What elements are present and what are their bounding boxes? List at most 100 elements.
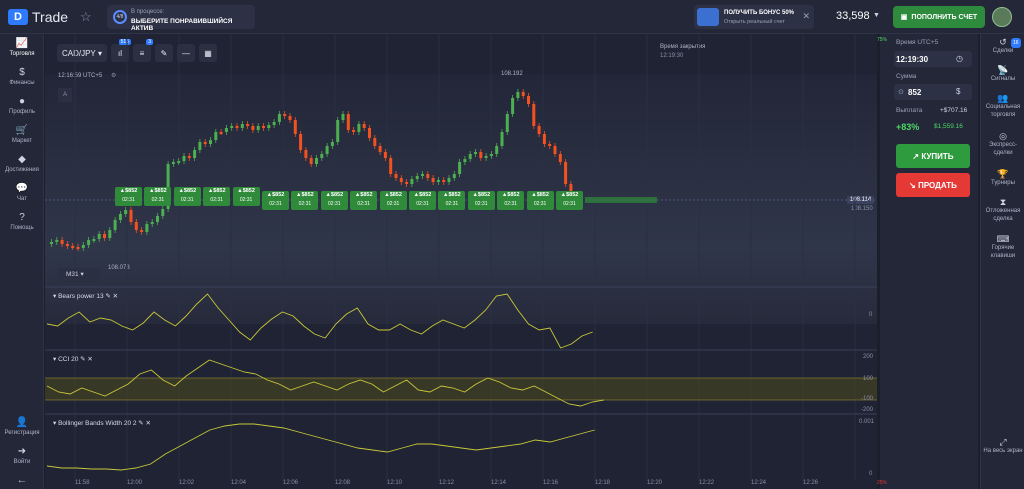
chat-icon: 💬 <box>15 183 29 194</box>
trade-tag-time: 02:31 <box>475 201 488 207</box>
trade-tag-time: 02:31 <box>269 201 282 207</box>
trade-tag-amount: ▲$852 <box>501 192 520 198</box>
trade-tag[interactable]: ▲$852 02:31 <box>144 187 172 206</box>
candle <box>50 242 53 244</box>
nav-item-social[interactable]: 👥 Социальная торговля <box>981 94 1024 119</box>
trade-tag-amount: ▲$852 <box>354 192 373 198</box>
trade-tag[interactable]: ▲$852 02:31 <box>115 187 142 206</box>
trade-tag-amount: ▲$852 <box>119 188 138 194</box>
deposit-button[interactable]: ▣ ПОПОЛНИТЬ СЧЕТ <box>893 6 985 28</box>
indicator-label-cci: ▾ CCI 20 ✎ ✕ <box>53 356 93 363</box>
candle <box>468 154 472 159</box>
trade-tag[interactable]: ▲$852 02:31 <box>438 191 466 210</box>
asset-selector[interactable]: 4/8 В процессе: ВЫБЕРИТЕ ПОНРАВИВШИЙСЯ А… <box>107 5 255 32</box>
wallet-icon: ▣ <box>900 14 908 21</box>
candle <box>479 152 483 158</box>
candle <box>405 182 409 184</box>
candle <box>378 146 382 152</box>
bbw-line <box>46 423 595 471</box>
favorite-star-icon[interactable]: ☆ <box>80 9 92 25</box>
nav-item-achievements[interactable]: ◆ Достижения <box>0 154 44 173</box>
cci-level: 100 <box>863 376 874 382</box>
avatar[interactable] <box>992 7 1012 27</box>
nav-item-trading[interactable]: 📈 Торговля <box>0 38 44 57</box>
arrow-up-icon: ↗ <box>912 151 922 161</box>
nav-item-express[interactable]: ◎ Экспресс-сделки <box>981 132 1024 157</box>
deals-badge: 16 <box>1011 38 1021 48</box>
candle <box>553 146 557 154</box>
progress-ring: 4/8 <box>113 10 127 24</box>
trade-tag[interactable]: ▲$852 02:31 <box>526 191 554 210</box>
x-axis-tick: 12:20 <box>647 480 663 486</box>
nav-item-hotkeys[interactable]: ⌨ Горячие клавиши <box>981 235 1024 260</box>
nav-item-finance[interactable]: $ Финансы <box>0 67 44 86</box>
candle <box>193 150 197 158</box>
trade-tag-time: 02:31 <box>563 201 576 207</box>
nav-item-deals[interactable]: ↺ Сделки 16 <box>981 38 1024 55</box>
trade-tag[interactable]: ▲$852 02:31 <box>262 191 289 210</box>
trade-tag[interactable]: ▲$852 02:31 <box>320 191 348 210</box>
nav-item-market[interactable]: 🛒 Маркет <box>0 125 44 144</box>
buy-button[interactable]: ↗ КУПИТЬ <box>896 144 970 168</box>
close-icon[interactable]: ✕ <box>802 11 810 22</box>
x-axis-tick: 12:10 <box>387 480 403 486</box>
candle <box>293 120 297 134</box>
trade-tag[interactable]: ▲$852 02:31 <box>379 191 407 210</box>
candle <box>357 124 361 132</box>
cci-level: -100 <box>861 396 874 402</box>
account-balance[interactable]: 33,598 <box>836 10 870 22</box>
trade-tag[interactable]: ▲$852 02:31 <box>232 187 260 206</box>
clock-icon[interactable]: ◷ <box>956 54 963 63</box>
dollar-icon[interactable]: $ <box>956 87 960 96</box>
candle <box>521 92 525 96</box>
nav-item-chat[interactable]: 💬 Чат <box>0 183 44 202</box>
chart-area[interactable]: CAD/JPY ▾ ıl 515 ≡ 3 ✎ — ▦ 12:16:59 UTC+5 … <box>45 34 877 489</box>
trade-tag[interactable]: ▲$852 02:31 <box>467 191 495 210</box>
candle <box>256 126 260 130</box>
candle <box>219 132 223 134</box>
nav-label: Отложенная сделка <box>985 208 1021 222</box>
logo[interactable]: D Trade <box>8 9 68 25</box>
nav-item-help[interactable]: ? Помощь <box>0 212 44 231</box>
trade-tag-amount: ▲$852 <box>237 188 255 194</box>
nav-item-profile[interactable]: ● Профиль <box>0 96 44 115</box>
trade-tag[interactable]: ▲$852 02:31 <box>497 191 525 210</box>
trade-tag[interactable]: ▲$852 02:31 <box>556 191 583 210</box>
time-value: 12:19:30 <box>896 55 929 64</box>
trade-tag[interactable]: ▲$852 02:31 <box>291 191 319 210</box>
collapse-arrow-icon[interactable]: ← <box>0 474 44 486</box>
nav-item-signals[interactable]: 📡 Сигналы <box>981 66 1024 83</box>
candle <box>65 244 69 246</box>
chevron-down-icon[interactable]: ▼ <box>873 12 880 19</box>
trade-tag-amount: ▲$852 <box>531 192 549 198</box>
bonus-banner[interactable]: ПОЛУЧИТЬ БОНУС 50% Открыть реальный счет… <box>694 5 814 29</box>
nav-item-register[interactable]: 👤 Регистрация <box>0 417 44 436</box>
amount-label: Сумма <box>896 73 917 80</box>
chart-icon: 📈 <box>15 38 29 49</box>
nav-label: Социальная торговля <box>985 104 1021 118</box>
trade-tag-time: 02:31 <box>504 201 517 207</box>
trade-tag[interactable]: ▲$852 02:31 <box>409 191 436 210</box>
candle <box>235 126 239 128</box>
sell-button[interactable]: ↘ ПРОДАТЬ <box>896 173 970 197</box>
candle <box>251 126 255 130</box>
trade-tag[interactable]: ▲$852 02:31 <box>350 191 378 210</box>
candle <box>171 162 175 164</box>
trade-tag[interactable]: ▲$852 02:31 <box>203 187 231 206</box>
help-icon: ? <box>19 212 25 223</box>
nav-item-tournaments[interactable]: 🏆 Турниры <box>981 170 1024 187</box>
trade-tag-time: 02:31 <box>328 201 341 207</box>
nav-item-login[interactable]: ➜ Войти <box>0 446 44 465</box>
nav-item-pending[interactable]: ⧗ Отложенная сделка <box>981 198 1024 223</box>
trade-tag[interactable]: ▲$852 02:31 <box>173 187 201 206</box>
nav-item-fullscreen[interactable]: ⤢ На весь экран <box>981 438 1024 455</box>
candle <box>55 240 59 242</box>
trade-tag-amount: ▲$852 <box>413 192 432 198</box>
amount-value: 852 <box>908 88 922 97</box>
candle <box>320 154 324 158</box>
trade-tag-amount: ▲$852 <box>149 188 167 194</box>
candle <box>309 158 313 164</box>
bears-power-line <box>46 293 593 349</box>
candle <box>383 152 387 158</box>
trade-tag-amount: ▲$852 <box>207 188 226 194</box>
